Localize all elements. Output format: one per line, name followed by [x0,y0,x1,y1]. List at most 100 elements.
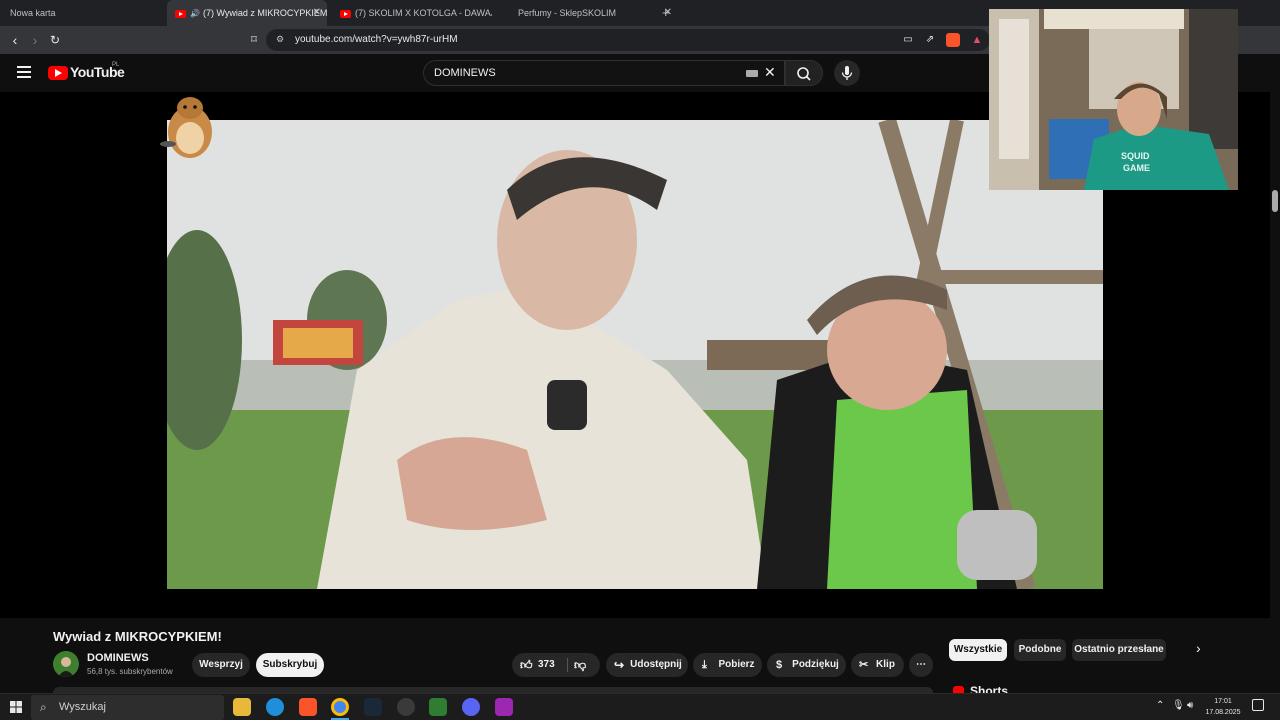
tray-chevron-icon[interactable]: ⌃ [1156,700,1164,711]
notifications-icon[interactable] [1252,699,1264,711]
close-tab-icon[interactable]: ✕ [313,0,321,26]
file-explorer-icon[interactable] [233,698,251,716]
webcam-frame: SQUID GAME [989,9,1238,190]
chip-recent[interactable]: Ostatnio przesłane [1072,639,1166,661]
more-icon: ⋯ [916,659,926,670]
download-icon: ⤓ [702,659,707,671]
bookmark-icon[interactable]: ⌑ [245,31,263,49]
subscriber-count: 56,8 tys. subskrybentów [87,667,173,676]
youtube-favicon-icon [175,9,186,18]
chrome-icon[interactable] [331,698,349,716]
clear-search-icon[interactable]: ✕ [764,64,776,81]
microphone-icon [841,66,853,80]
discord-icon[interactable] [462,698,480,716]
video-frame [167,120,1103,589]
dislike-icon[interactable]: 👎︎ [574,653,586,677]
scrollbar-thumb[interactable] [1272,190,1278,212]
taskbar-clock[interactable]: 17:01 17.08.2025 [1204,696,1242,718]
search-button[interactable] [785,60,823,86]
search-icon: ⌕ [40,700,47,714]
url-text: youtube.com/watch?v=ywh87r-urHM [295,34,458,45]
video-player[interactable] [167,120,1103,589]
clock-date: 17.08.2025 [1205,709,1241,716]
speaker-icon: 🔊 [190,9,200,18]
like-icon[interactable]: 👍︎ [520,653,533,677]
hamster-sticker-icon [160,92,216,160]
menu-icon[interactable] [17,66,31,78]
edge-icon[interactable] [266,698,284,716]
taskbar-search-placeholder: Wyszukaj [59,701,106,713]
thanks-label: Podziękuj [792,659,839,670]
back-icon[interactable]: ‹ [6,31,24,49]
share-icon: ↪ [614,658,625,672]
chip-label: Podobne [1018,644,1062,655]
volume-icon[interactable]: 🔊︎ [1187,700,1193,711]
share-label: Udostępnij [630,659,682,670]
region-code: PL [112,62,120,68]
chip-label: Ostatnio przesłane [1074,644,1164,655]
download-button[interactable]: ⤓ Pobierz [693,653,762,677]
rewards-icon[interactable]: ▲ [968,31,986,49]
obs-icon[interactable] [397,698,415,716]
support-button[interactable]: Wesprzyj [192,653,250,677]
divider [567,658,568,672]
site-info-icon[interactable]: ⚙ [276,34,284,45]
channel-avatar[interactable] [53,651,79,677]
svg-text:GAME: GAME [1123,163,1150,173]
share-page-icon[interactable]: ⇗ [921,31,939,49]
chip-related[interactable]: Podobne [1014,639,1066,661]
scissors-icon: ✂ [859,659,869,671]
tab-label: Perfumy - SklepSKOLIM [518,8,617,18]
address-bar[interactable]: ⚙ youtube.com/watch?v=ywh87r-urHM [266,29,990,51]
thanks-icon: $ [776,659,783,671]
tab-label: Nowa karta [10,8,56,18]
video-title: Wywiad z MIKROCYPKIEM! [53,629,222,644]
tab-wywiad[interactable]: 🔊 (7) Wywiad z MIKROCYPKIEM! ✕ [167,0,327,26]
tab-label: (7) SKOLIM X KOTOLGA - DAWAJ DO [355,8,492,18]
tab-new[interactable]: Nowa karta [10,0,160,26]
cast-icon[interactable]: ▭ [899,31,917,49]
clip-label: Klip [876,659,895,670]
tab-label: (7) Wywiad z MIKROCYPKIEM! [202,8,327,18]
youtube-logo-icon[interactable] [48,66,68,80]
support-label: Wesprzyj [199,659,243,670]
taskbar-search-input[interactable]: ⌕ Wyszukaj [31,695,224,720]
svg-text:SQUID: SQUID [1121,151,1150,161]
tab-skolim[interactable]: (7) SKOLIM X KOTOLGA - DAWAJ DO [332,0,492,26]
thanks-button[interactable]: $ Podziękuj [767,653,846,677]
media-app-icon[interactable] [495,698,513,716]
youtube-favicon-icon [340,9,351,18]
chip-all[interactable]: Wszystkie [949,639,1007,661]
clock-time: 17:01 [1214,698,1232,705]
steam-icon[interactable] [364,698,382,716]
clip-button[interactable]: ✂ Klip [851,653,904,677]
keyboard-icon[interactable] [746,70,758,77]
kick-app-icon[interactable] [429,698,447,716]
voice-search-button[interactable] [834,60,860,86]
search-input[interactable]: DOMINEWS ✕ [423,60,785,86]
windows-start-icon[interactable] [10,701,22,713]
page-scrollbar[interactable] [1270,92,1280,693]
brave-shield-icon[interactable] [946,33,960,47]
forward-icon[interactable]: › [26,31,44,49]
download-label: Pobierz [718,659,755,670]
streamer-webcam-overlay: SQUID GAME [989,9,1238,190]
reload-icon[interactable]: ↻ [46,31,64,49]
channel-name[interactable]: DOMINEWS [87,652,149,664]
search-icon [797,67,811,81]
chips-next-icon[interactable]: › [1196,640,1201,656]
share-button[interactable]: ↪ Udostępnij [606,653,688,677]
like-count[interactable]: 373 [538,653,555,677]
chip-label: Wszystkie [953,644,1003,655]
subscribe-button[interactable]: Subskrybuj [256,653,324,677]
windows-taskbar: ⌕ Wyszukaj ⌃ 🎙︎ 🔊︎ 17:01 17.08.2025 [0,693,1280,720]
subscribe-label: Subskrybuj [262,659,318,670]
more-actions-button[interactable]: ⋯ [909,653,933,677]
new-tab-button[interactable]: + [662,0,678,26]
new-tab-label: + [662,5,670,20]
like-dislike-group: 👍︎ 373 👎︎ [512,653,600,677]
tab-perfumy[interactable]: Perfumy - SklepSKOLIM ✕ [506,0,676,26]
brave-icon[interactable] [299,698,317,716]
search-value: DOMINEWS [434,67,496,79]
microphone-tray-icon[interactable]: 🎙︎ [1172,700,1185,711]
